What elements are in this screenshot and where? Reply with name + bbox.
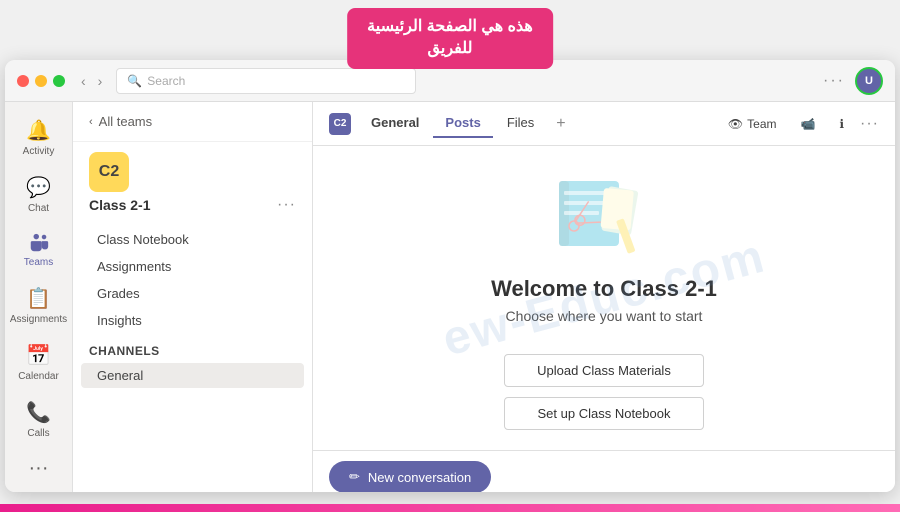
assignments-label: Assignments xyxy=(10,314,67,325)
conversation-bar: ✏ New conversation xyxy=(313,450,895,492)
team-name-row: Class 2-1 ··· xyxy=(89,196,296,214)
icon-sidebar: 🔔 Activity 💬 Chat Teams 📋 Assignments xyxy=(5,102,73,492)
welcome-title: Welcome to Class 2-1 xyxy=(491,276,717,302)
close-button[interactable] xyxy=(17,75,29,87)
sidebar-item-assignments[interactable]: 📋 Assignments xyxy=(9,278,69,333)
notebook-illustration xyxy=(544,166,664,266)
back-arrow[interactable]: ‹ xyxy=(77,71,90,91)
compose-icon: ✏ xyxy=(349,469,360,485)
channel-tabs: General Posts Files + xyxy=(359,109,720,138)
calendar-icon: 📅 xyxy=(26,343,51,368)
new-conversation-button[interactable]: ✏ New conversation xyxy=(329,461,491,492)
team-item: C2 Class 2-1 ··· xyxy=(73,142,312,226)
activity-icon: 🔔 xyxy=(26,118,51,143)
more-icon: ··· xyxy=(29,457,49,480)
teams-sidebar: ‹ All teams C2 Class 2-1 ··· Class Noteb… xyxy=(73,102,313,492)
titlebar-dots: ··· xyxy=(823,72,845,90)
teams-label: Teams xyxy=(24,257,53,268)
search-icon: 🔍 xyxy=(127,74,142,88)
maximize-button[interactable] xyxy=(53,75,65,87)
nav-arrows: ‹ › xyxy=(77,71,106,91)
minimize-button[interactable] xyxy=(35,75,47,87)
channel-header: C2 General Posts Files + 👁 Team xyxy=(313,102,895,146)
channel-general[interactable]: General xyxy=(81,363,304,388)
action-buttons: Upload Class Materials Set up Class Note… xyxy=(504,354,704,430)
channel-header-actions: 👁 Team 📹 ℹ ··· xyxy=(720,113,879,135)
main-content: C2 General Posts Files + 👁 Team xyxy=(313,102,895,492)
info-button[interactable]: ℹ xyxy=(831,113,852,135)
sidebar-item-teams[interactable]: Teams xyxy=(9,224,69,276)
avatar: U xyxy=(855,67,883,95)
back-chevron: ‹ xyxy=(89,116,93,128)
search-bar[interactable]: 🔍 Search xyxy=(116,68,416,94)
sidebar-item-calls[interactable]: 📞 Calls xyxy=(9,392,69,447)
tab-posts[interactable]: Posts xyxy=(433,109,492,138)
new-conversation-label: New conversation xyxy=(368,470,471,485)
team-eye-icon: 👁 xyxy=(728,117,743,131)
chat-icon: 💬 xyxy=(26,175,51,200)
welcome-area: ew-Educ.com xyxy=(313,146,895,450)
team-view-label: Team xyxy=(747,117,776,131)
channels-header: Channels xyxy=(73,334,312,362)
forward-arrow[interactable]: › xyxy=(94,71,107,91)
sidebar-assignments[interactable]: Assignments xyxy=(81,254,304,279)
chat-label: Chat xyxy=(28,203,49,214)
calls-icon: 📞 xyxy=(26,400,51,425)
activity-label: Activity xyxy=(23,146,55,157)
tab-files[interactable]: Files xyxy=(495,109,546,138)
team-view-button[interactable]: 👁 Team xyxy=(720,113,785,135)
sidebar-item-activity[interactable]: 🔔 Activity xyxy=(9,110,69,165)
channel-more-options[interactable]: ··· xyxy=(860,115,879,133)
all-teams-back[interactable]: ‹ All teams xyxy=(73,102,312,142)
app-window: ‹ › 🔍 Search ··· U 🔔 Activity 💬 Chat xyxy=(5,60,895,492)
calendar-label: Calendar xyxy=(18,371,59,382)
sidebar-item-chat[interactable]: 💬 Chat xyxy=(9,167,69,222)
teams-icon xyxy=(28,232,50,254)
sidebar-item-calendar[interactable]: 📅 Calendar xyxy=(9,335,69,390)
welcome-subtitle: Choose where you want to start xyxy=(506,308,703,324)
info-icon: ℹ xyxy=(839,117,844,131)
sidebar-insights[interactable]: Insights xyxy=(81,308,304,333)
sidebar-item-more[interactable]: ··· xyxy=(9,449,69,491)
tooltip-banner: هذه هي الصفحة الرئيسية للفريق xyxy=(347,8,553,69)
traffic-lights xyxy=(17,75,65,87)
sidebar-grades[interactable]: Grades xyxy=(81,281,304,306)
app-body: 🔔 Activity 💬 Chat Teams 📋 Assignments xyxy=(5,102,895,492)
search-placeholder: Search xyxy=(147,74,185,88)
team-options-icon[interactable]: ··· xyxy=(277,196,296,214)
video-button[interactable]: 📹 xyxy=(793,113,824,135)
tooltip-line2: للفريق xyxy=(367,38,533,60)
team-name: Class 2-1 xyxy=(89,197,150,213)
all-teams-label: All teams xyxy=(99,114,152,129)
sidebar-class-notebook[interactable]: Class Notebook xyxy=(81,227,304,252)
add-tab-button[interactable]: + xyxy=(548,111,573,137)
tab-general: General xyxy=(359,109,431,138)
class-notebook-button[interactable]: Set up Class Notebook xyxy=(504,397,704,430)
calls-label: Calls xyxy=(27,428,49,439)
channel-badge: C2 xyxy=(329,113,351,135)
team-avatar: C2 xyxy=(89,152,129,192)
assignments-icon: 📋 xyxy=(26,286,51,311)
upload-class-button[interactable]: Upload Class Materials xyxy=(504,354,704,387)
video-icon: 📹 xyxy=(801,117,816,131)
tooltip-line1: هذه هي الصفحة الرئيسية xyxy=(367,16,533,38)
bottom-bar xyxy=(0,504,900,512)
